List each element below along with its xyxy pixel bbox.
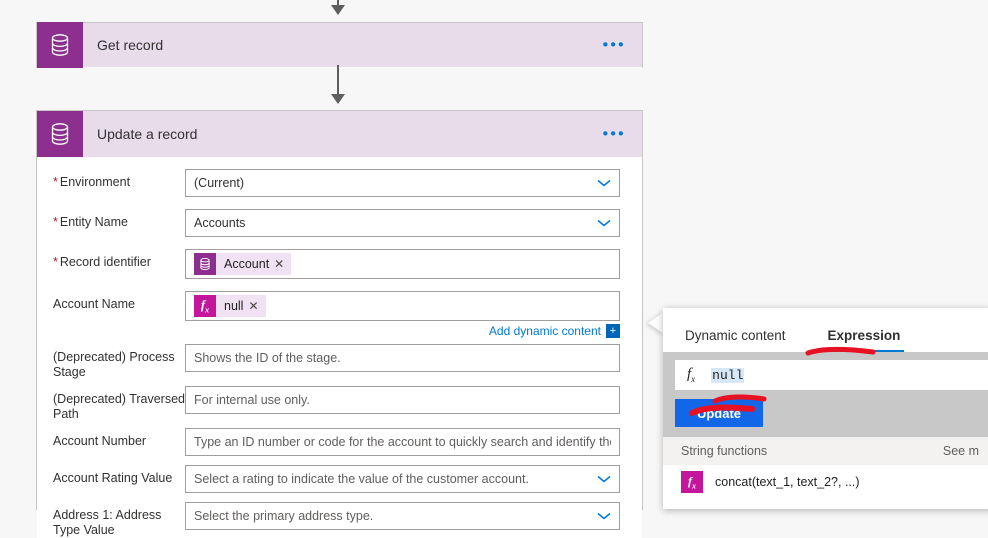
chevron-down-icon <box>597 475 611 483</box>
traversed-path-input[interactable]: For internal use only. <box>185 386 620 414</box>
connector-top <box>331 0 345 15</box>
field-label-account-number: Account Number <box>53 434 147 448</box>
tab-expression[interactable]: Expression <box>823 328 905 352</box>
field-label-account-rating-value: Account Rating Value <box>53 471 173 485</box>
form-row-record-identifier: * Record identifier Account ✕ <box>37 249 642 279</box>
card-menu-button[interactable]: ••• <box>603 38 626 53</box>
address-type-value-dropdown[interactable]: Select the primary address type. <box>185 502 620 530</box>
chevron-down-icon <box>597 179 611 187</box>
function-category-header: String functions See m <box>663 437 988 465</box>
card-title: Update a record <box>97 126 198 142</box>
function-list-item-concat[interactable]: fx concat(text_1, text_2?, ...) <box>663 465 988 493</box>
arrow-down-icon <box>331 5 345 15</box>
placeholder-text: Select a rating to indicate the value of… <box>194 472 529 486</box>
fx-icon: fx <box>194 295 216 317</box>
required-marker: * <box>53 255 58 269</box>
action-card-update-record[interactable]: Update a record ••• * Environment (Curren… <box>36 110 643 538</box>
placeholder-text: For internal use only. <box>194 393 310 407</box>
placeholder-text: Type an ID number or code for the accoun… <box>194 435 611 449</box>
function-category-title: String functions <box>681 444 768 458</box>
plus-icon[interactable]: + <box>606 324 620 338</box>
account-name-input[interactable]: fx null ✕ <box>185 291 620 321</box>
panel-callout-beak <box>648 312 664 334</box>
form-row-account-name: Account Name fx null ✕ <box>37 291 642 321</box>
add-dynamic-content-row: Add dynamic content + <box>37 321 642 338</box>
form-row-account-number: Account Number Type an ID number or code… <box>37 428 642 456</box>
required-marker: * <box>53 215 58 229</box>
entity-name-dropdown[interactable]: Accounts <box>185 209 620 237</box>
card-header[interactable]: Get record ••• <box>37 22 642 68</box>
database-icon <box>194 253 216 275</box>
field-label-address-type-value: Address 1: Address Type Value <box>53 508 162 537</box>
token-chip-null-expression[interactable]: fx null ✕ <box>194 295 266 317</box>
expression-text: null <box>711 367 745 383</box>
close-icon[interactable]: ✕ <box>274 258 291 270</box>
see-more-link[interactable]: See m <box>943 444 979 458</box>
database-icon <box>37 111 83 157</box>
add-dynamic-content-link[interactable]: Add dynamic content <box>489 324 601 338</box>
fx-icon: fx <box>681 471 703 493</box>
field-label-account-name: Account Name <box>53 297 135 311</box>
account-rating-value-dropdown[interactable]: Select a rating to indicate the value of… <box>185 465 620 493</box>
action-card-get-record[interactable]: Get record ••• <box>36 22 643 68</box>
close-icon[interactable]: ✕ <box>248 300 265 312</box>
database-icon <box>37 22 83 68</box>
function-signature: concat(text_1, text_2?, ...) <box>715 475 860 489</box>
chevron-down-icon <box>597 219 611 227</box>
required-marker: * <box>53 175 58 189</box>
form-row-address-type-value: Address 1: Address Type Value Select the… <box>37 502 642 538</box>
expression-input[interactable]: fx null <box>675 360 988 390</box>
card-title: Get record <box>97 37 164 53</box>
placeholder-text: Shows the ID of the stage. <box>194 351 341 365</box>
token-label: null <box>224 299 244 313</box>
token-chip-account[interactable]: Account ✕ <box>194 253 292 275</box>
entity-name-value: Accounts <box>194 216 246 230</box>
panel-tab-list: Dynamic content Expression <box>663 308 988 352</box>
expression-editor-area: fx null Update <box>663 352 988 437</box>
environment-value: (Current) <box>194 176 245 190</box>
placeholder-text: Select the primary address type. <box>194 509 374 523</box>
form-row-traversed-path: (Deprecated) Traversed Path For internal… <box>37 386 642 422</box>
field-label-process-stage: (Deprecated) Process Stage <box>53 350 175 379</box>
account-number-input[interactable]: Type an ID number or code for the accoun… <box>185 428 620 456</box>
card-menu-button[interactable]: ••• <box>603 127 626 142</box>
form-row-entity-name: * Entity Name Accounts <box>37 209 642 237</box>
field-label-entity-name: * Entity Name <box>53 215 128 229</box>
form-row-account-rating-value: Account Rating Value Select a rating to … <box>37 465 642 493</box>
card-header[interactable]: Update a record ••• <box>37 111 642 157</box>
record-identifier-input[interactable]: Account ✕ <box>185 249 620 279</box>
form-row-environment: * Environment (Current) <box>37 169 642 197</box>
update-button[interactable]: Update <box>675 399 763 427</box>
chevron-down-icon <box>597 512 611 520</box>
arrow-down-icon <box>331 94 345 104</box>
field-label-record-identifier: * Record identifier <box>53 255 151 269</box>
environment-dropdown[interactable]: (Current) <box>185 169 620 197</box>
token-label: Account <box>224 257 270 271</box>
field-label-traversed-path: (Deprecated) Traversed Path <box>53 392 186 421</box>
process-stage-input[interactable]: Shows the ID of the stage. <box>185 344 620 372</box>
fx-icon: fx <box>687 366 696 384</box>
flow-designer-canvas: Get record ••• Update a record ••• * Env… <box>0 0 988 538</box>
form-row-process-stage: (Deprecated) Process Stage Shows the ID … <box>37 344 642 380</box>
update-record-form: * Environment (Current) * Entity Name Acco… <box>37 169 642 538</box>
tab-dynamic-content[interactable]: Dynamic content <box>681 328 790 352</box>
connector-middle <box>331 65 345 104</box>
expression-flyout-panel: Dynamic content Expression fx null Updat… <box>663 308 988 509</box>
field-label-environment: * Environment <box>53 175 131 189</box>
